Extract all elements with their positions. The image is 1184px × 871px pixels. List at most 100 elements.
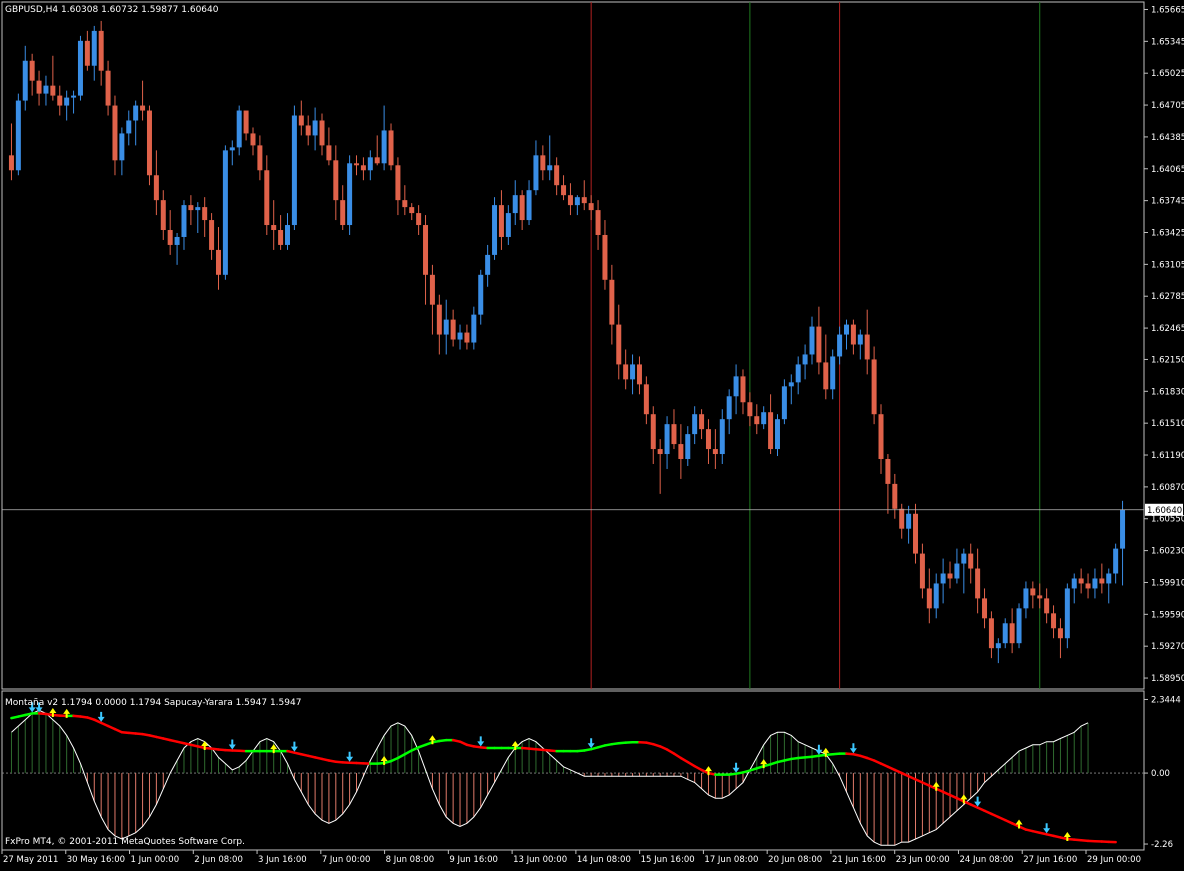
candle-body[interactable]: [375, 157, 380, 163]
candle-body[interactable]: [513, 195, 518, 213]
candle-body[interactable]: [237, 111, 242, 148]
candle-body[interactable]: [665, 424, 670, 454]
candle-body[interactable]: [306, 125, 311, 135]
candle-body[interactable]: [216, 250, 221, 275]
candle-body[interactable]: [292, 116, 297, 226]
candle-body[interactable]: [368, 157, 373, 170]
candle-body[interactable]: [499, 205, 504, 237]
candle-body[interactable]: [1023, 588, 1028, 608]
candle-body[interactable]: [527, 190, 532, 220]
candle-body[interactable]: [1058, 628, 1063, 638]
candle-body[interactable]: [1044, 598, 1049, 613]
candle-body[interactable]: [589, 203, 594, 210]
candle-body[interactable]: [651, 414, 656, 449]
candle-body[interactable]: [1003, 623, 1008, 643]
candle-body[interactable]: [796, 364, 801, 382]
candle-body[interactable]: [954, 564, 959, 579]
candle-body[interactable]: [437, 305, 442, 335]
candle-body[interactable]: [554, 165, 559, 185]
candle-body[interactable]: [713, 449, 718, 454]
candle-body[interactable]: [71, 96, 76, 98]
candle-body[interactable]: [492, 205, 497, 255]
candle-body[interactable]: [313, 120, 318, 135]
candle-body[interactable]: [789, 382, 794, 386]
candle-body[interactable]: [982, 598, 987, 618]
candle-body[interactable]: [506, 213, 511, 237]
candle-body[interactable]: [768, 412, 773, 449]
candle-body[interactable]: [16, 101, 21, 171]
candle-body[interactable]: [451, 320, 456, 340]
candle-body[interactable]: [1079, 578, 1084, 583]
candle-body[interactable]: [816, 327, 821, 363]
candle-body[interactable]: [347, 163, 352, 225]
candle-body[interactable]: [899, 509, 904, 529]
candle-body[interactable]: [547, 165, 552, 170]
candle-body[interactable]: [395, 165, 400, 200]
candle-body[interactable]: [271, 225, 276, 230]
candle-body[interactable]: [941, 574, 946, 584]
candle-body[interactable]: [1051, 613, 1056, 628]
candle-body[interactable]: [740, 376, 745, 402]
candle-body[interactable]: [727, 396, 732, 419]
candle-body[interactable]: [230, 147, 235, 150]
chart-canvas[interactable]: 1.60640 1.656651.653451.650251.647051.64…: [0, 0, 1184, 867]
candle-body[interactable]: [326, 145, 331, 160]
candle-body[interactable]: [354, 163, 359, 165]
candle-body[interactable]: [989, 618, 994, 648]
candle-body[interactable]: [906, 514, 911, 529]
candle-body[interactable]: [1120, 510, 1125, 549]
candle-body[interactable]: [1086, 583, 1091, 588]
candle-body[interactable]: [568, 195, 573, 205]
candle-body[interactable]: [692, 414, 697, 434]
candle-body[interactable]: [1010, 623, 1015, 643]
candle-body[interactable]: [92, 31, 97, 66]
candle-body[interactable]: [133, 106, 138, 121]
candle-body[interactable]: [458, 333, 463, 340]
candle-body[interactable]: [140, 106, 145, 111]
candle-body[interactable]: [37, 81, 42, 94]
candle-body[interactable]: [685, 434, 690, 459]
candle-body[interactable]: [478, 275, 483, 315]
candle-body[interactable]: [823, 362, 828, 389]
candle-body[interactable]: [188, 205, 193, 210]
candle-body[interactable]: [948, 574, 953, 579]
candle-body[interactable]: [775, 419, 780, 449]
candle-body[interactable]: [851, 325, 856, 345]
candle-body[interactable]: [485, 255, 490, 275]
candle-body[interactable]: [616, 325, 621, 365]
candle-body[interactable]: [250, 133, 255, 145]
candle-body[interactable]: [1106, 574, 1111, 584]
candle-body[interactable]: [30, 61, 35, 81]
chart-window[interactable]: 1.60640 1.656651.653451.650251.647051.64…: [0, 0, 1184, 867]
candle-body[interactable]: [699, 414, 704, 429]
candle-body[interactable]: [575, 197, 580, 205]
candle-body[interactable]: [85, 41, 90, 66]
candle-body[interactable]: [644, 384, 649, 414]
candle-body[interactable]: [837, 335, 842, 357]
candle-body[interactable]: [257, 145, 262, 170]
candle-body[interactable]: [879, 414, 884, 459]
candle-body[interactable]: [623, 364, 628, 379]
candle-body[interactable]: [630, 364, 635, 379]
candle-body[interactable]: [78, 41, 83, 96]
candle-body[interactable]: [264, 170, 269, 225]
candle-body[interactable]: [927, 588, 932, 608]
candle-body[interactable]: [389, 130, 394, 165]
candle-body[interactable]: [1072, 578, 1077, 588]
candle-body[interactable]: [761, 412, 766, 424]
candle-body[interactable]: [168, 230, 173, 245]
candle-body[interactable]: [1099, 578, 1104, 583]
candle-body[interactable]: [202, 207, 207, 220]
candle-body[interactable]: [858, 335, 863, 345]
candle-body[interactable]: [996, 643, 1001, 648]
candle-body[interactable]: [782, 386, 787, 419]
candle-body[interactable]: [803, 354, 808, 364]
candle-body[interactable]: [865, 335, 870, 360]
candle-body[interactable]: [520, 195, 525, 220]
candle-body[interactable]: [50, 86, 55, 96]
candle-body[interactable]: [1065, 588, 1070, 638]
candle-body[interactable]: [561, 185, 566, 195]
candle-body[interactable]: [975, 569, 980, 599]
candle-body[interactable]: [582, 197, 587, 203]
candle-body[interactable]: [320, 120, 325, 145]
